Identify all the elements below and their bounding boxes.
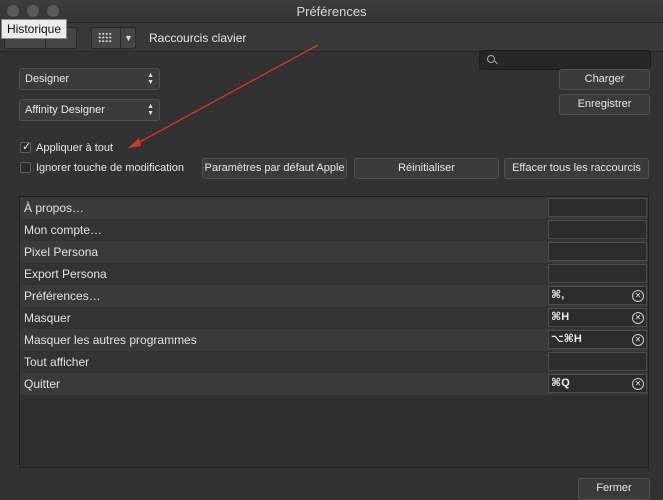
shortcut-key-field[interactable]: ⌥⌘H ✕ [548,330,647,349]
shortcut-name: Mon compte… [24,223,103,237]
save-button[interactable]: Enregistrer [559,94,650,115]
grid-icon [98,32,112,43]
history-tooltip: Historique [1,19,68,39]
clear-shortcut-icon[interactable]: ✕ [632,334,644,346]
ignore-modifier-label: Ignorer touche de modification [36,162,184,174]
checkmark-icon: ✓ [22,141,32,153]
clear-shortcut-icon[interactable]: ✕ [632,312,644,324]
shortcut-key-field[interactable] [548,242,647,261]
shortcut-name: Préférences… [24,289,101,303]
shortcut-key-field[interactable]: ⌘Q ✕ [548,374,647,393]
table-row[interactable]: Mon compte… [20,219,648,241]
app-select[interactable]: Designer ▲ ▼ [19,68,160,90]
shortcut-key-field[interactable] [548,352,647,371]
apple-defaults-button[interactable]: Paramètres par défaut Apple [202,158,347,179]
shortcut-key: ⌘, [551,289,565,301]
preset-select[interactable]: Affinity Designer ▲ ▼ [19,99,160,121]
apply-all-checkbox[interactable]: ✓ [20,141,32,153]
toolbar: ▼ [0,23,663,70]
clear-shortcut-icon[interactable]: ✕ [632,290,644,302]
shortcut-name: Quitter [24,377,61,391]
table-row[interactable]: Masquer les autres programmes ⌥⌘H ✕ [20,329,648,351]
shortcut-key-field[interactable] [548,264,647,283]
clear-all-shortcuts-button[interactable]: Effacer tous les raccourcis [504,158,649,179]
section-label: Raccourcis clavier [149,31,247,45]
clear-shortcut-icon[interactable]: ✕ [632,378,644,390]
shortcuts-table: À propos… Mon compte… Pixel Persona Expo… [19,196,649,468]
shortcut-key-field[interactable] [548,220,647,239]
reset-button[interactable]: Réinitialiser [354,158,499,179]
shortcut-name: Tout afficher [24,355,90,369]
window-title: Préférences [296,4,367,19]
shortcut-name: À propos… [24,201,85,215]
shortcut-key-field[interactable]: ⌘H ✕ [548,308,647,327]
table-row[interactable]: Tout afficher [20,351,648,373]
search-icon [487,55,495,63]
preset-select-value: Affinity Designer [25,104,105,116]
shortcut-name: Pixel Persona [24,245,99,259]
app-select-value: Designer [25,73,70,85]
shortcut-key-field[interactable] [548,198,647,217]
chevron-down-icon: ▼ [124,33,133,43]
updown-arrows-icon: ▲ ▼ [147,103,154,117]
search-field[interactable] [479,50,651,70]
apply-all-label: Appliquer à tout [36,142,114,154]
table-row[interactable]: Masquer ⌘H ✕ [20,307,648,329]
table-row[interactable]: Préférences… ⌘, ✕ [20,285,648,307]
shortcut-name: Masquer [24,311,71,325]
shortcut-key: ⌥⌘H [551,333,582,345]
table-row[interactable]: Export Persona [20,263,648,285]
ignore-modifier-checkbox[interactable] [20,162,31,173]
close-button[interactable]: Fermer [578,478,650,500]
shortcut-name: Export Persona [24,267,107,281]
table-row[interactable]: Quitter ⌘Q ✕ [20,373,648,395]
table-row[interactable]: À propos… [20,197,648,219]
title-bar: Préférences [0,0,663,23]
table-row[interactable]: Pixel Persona [20,241,648,263]
shortcut-key: ⌘H [551,311,570,323]
shortcut-key: ⌘Q [551,377,570,389]
load-button[interactable]: Charger [559,69,650,90]
shortcut-name: Masquer les autres programmes [24,333,197,347]
view-grid-button[interactable]: ▼ [91,27,136,49]
shortcut-key-field[interactable]: ⌘, ✕ [548,286,647,305]
updown-arrows-icon: ▲ ▼ [147,72,154,86]
